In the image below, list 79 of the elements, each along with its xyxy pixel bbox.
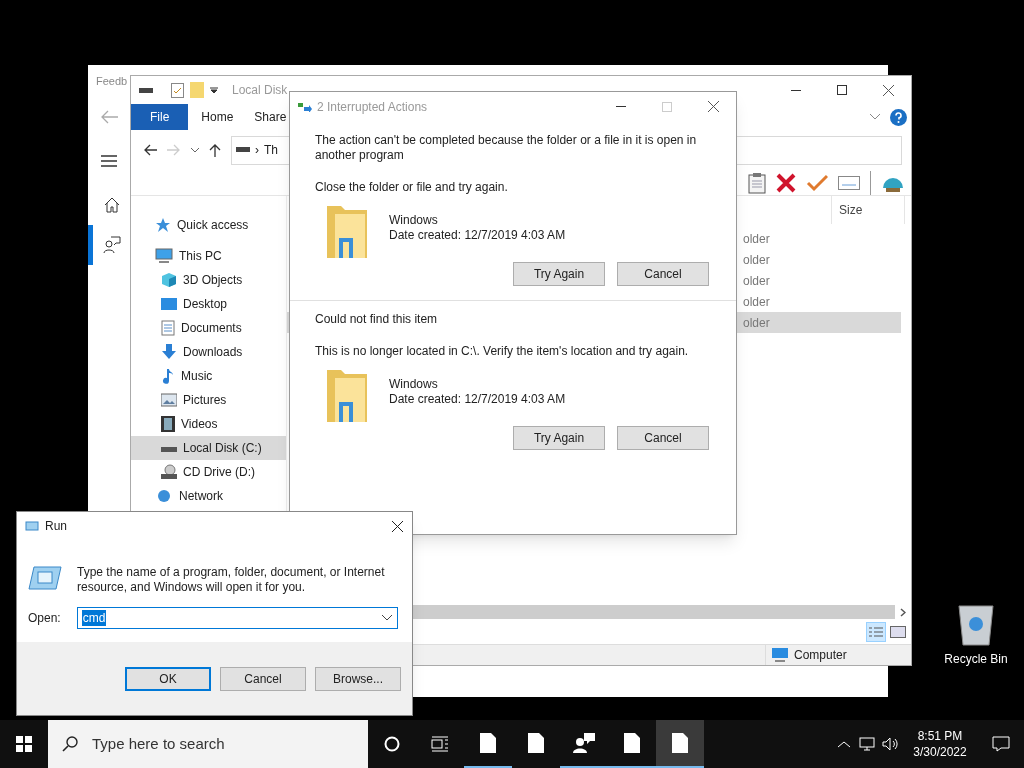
nav-item[interactable]: Local Disk (C:) [131,436,286,460]
home-icon [103,197,120,213]
clock[interactable]: 8:51 PM 3/30/2022 [902,720,978,768]
window-title: Local Disk [232,82,288,99]
monitor-icon [155,248,173,264]
nav-item[interactable]: 3D Objects [131,268,286,292]
window-title: Run [45,518,67,535]
nav-item[interactable]: Videos [131,412,286,436]
download-icon [161,344,177,360]
recycle-bin-icon[interactable] [956,602,996,646]
up-arrow-icon[interactable] [209,143,221,157]
desktop-icon-label[interactable]: Recycle Bin [944,650,1008,668]
picture-view-icon[interactable] [890,626,906,638]
ribbon-tab[interactable]: File [131,104,189,130]
status-text: Computer [794,647,847,664]
nav-item[interactable]: Desktop [131,292,286,316]
cross-icon[interactable] [776,172,796,193]
error-heading: Could not find this item [315,312,439,327]
document-icon [480,733,496,753]
nav-item[interactable]: Pictures [131,388,286,412]
drive-icon [236,147,250,153]
nav-item[interactable]: CD Drive (D:) [131,460,286,484]
run-icon [25,521,39,531]
item-date: Date created: 12/7/2019 4:03 AM [389,228,566,243]
check-icon[interactable] [806,173,828,192]
document-icon [672,733,688,753]
transfer-icon [298,101,312,112]
nav-item[interactable]: Network [131,484,286,508]
star-icon [155,217,171,233]
item-date: Date created: 12/7/2019 4:03 AM [389,392,566,407]
music-note-icon [161,368,175,384]
nav-item[interactable]: Documents [131,316,286,340]
taskbar-app[interactable] [656,720,704,768]
close-icon[interactable] [392,520,403,532]
nav-item[interactable]: Music [131,364,286,388]
search-field[interactable]: Type here to search [48,720,368,768]
error-message: Close the folder or file and try again. [315,179,509,196]
document-icon [528,733,544,753]
envelope-icon[interactable] [838,175,860,190]
dialog-button[interactable]: Browse... [315,666,401,691]
drive-icon [139,86,153,94]
window-title: 2 Interrupted Actions [317,98,428,116]
desktop-icon [161,297,177,311]
picture-icon [161,393,177,407]
dialog-button[interactable]: Try Again [513,262,605,286]
dialog-button[interactable]: OK [125,666,211,691]
document-icon [624,733,640,753]
person-chat-icon [102,236,121,254]
search-icon [62,736,78,752]
clipboard-icon[interactable] [748,171,766,194]
nav-item[interactable]: Quick access [131,213,286,237]
column-header[interactable]: Size [831,196,905,224]
field-label: Open: [28,610,61,627]
open-field[interactable]: cmd [76,607,398,629]
error-message: This is no longer located in C:\. Verify the item's location and try again. [315,343,690,360]
ribbon-tab[interactable]: Home [188,104,247,130]
item-name: Windows [389,377,439,392]
item-name: Windows [389,213,439,228]
back-arrow-icon[interactable] [143,144,157,156]
error-heading: The action can't be completed because the folder or a file in it is open in another program [315,133,698,163]
person-chat-icon [573,733,595,753]
run-description: Type the name of a program, folder, document, or Internet resource, and Windows will open it for you. [77,565,386,595]
dialog-button[interactable]: Cancel [220,666,306,691]
disc-drive-icon [161,464,177,480]
properties-icon[interactable] [171,82,184,98]
dialog-button[interactable]: Cancel [617,426,709,450]
chevron-down-icon[interactable] [870,114,880,120]
film-icon [161,416,175,432]
chevron-down-icon[interactable] [191,147,199,153]
nav-item[interactable]: This PC [131,244,286,268]
monitor-icon [772,648,788,662]
help-icon[interactable] [890,108,907,126]
dialog-button[interactable]: Try Again [513,426,605,450]
dialog-button[interactable]: Cancel [617,262,709,286]
document-icon [161,320,175,336]
window-title: Feedb [96,73,128,89]
dropdown-icon[interactable] [210,86,218,94]
nav-item[interactable]: Downloads [131,340,286,364]
cube-icon [161,272,177,288]
